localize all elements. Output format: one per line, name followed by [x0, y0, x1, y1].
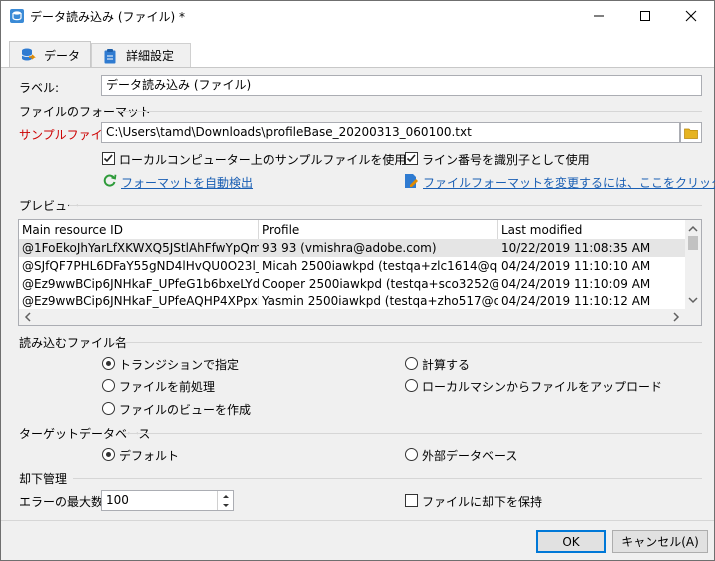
radio-preprocess-label: ファイルを前処理 — [119, 380, 216, 394]
label-input[interactable]: データ読み込み (ファイル) — [101, 75, 702, 96]
browse-file-button[interactable] — [680, 122, 702, 143]
dialog-window: データ読み込み (ファイル) * データ 詳細設定 ラベル: データ読み込み (… — [0, 0, 715, 561]
rejects-section-title: 却下管理 — [19, 472, 68, 486]
radio-upload-local-label: ローカルマシンからファイルをアップロード — [422, 380, 663, 394]
table-row[interactable]: @Ez9wwBCip6JNHkaF_UPfeG1b6bxeLYdlw3Jhw C… — [19, 275, 685, 293]
tab-advanced-label: 詳細設定 — [126, 49, 175, 63]
decrement-button[interactable] — [217, 501, 233, 510]
radio-external-db[interactable] — [405, 448, 418, 461]
ok-button[interactable]: OK — [536, 530, 606, 553]
table-cell: 10/22/2019 11:08:35 AM — [501, 241, 651, 255]
refresh-icon — [103, 174, 117, 187]
radio-selected-dot — [106, 361, 111, 366]
checkmark-icon — [103, 154, 113, 163]
minimize-button[interactable] — [576, 1, 622, 31]
table-cell: 93 93 (vmishra@adobe.com) — [262, 241, 437, 255]
table-cell: Yasmin 2500iawkpd (testqa+zho517@qam... — [262, 294, 498, 308]
tab-border — [1, 67, 714, 68]
table-cell: Cooper 2500iawkpd (testqa+sco3252@qam... — [262, 277, 498, 291]
table-cell: 04/24/2019 11:10:12 AM — [501, 294, 651, 308]
column-header-profile[interactable]: Profile — [259, 220, 498, 241]
maximize-button[interactable] — [622, 1, 668, 31]
table-cell: Micah 2500iawkpd (testqa+zlc1614@qama... — [262, 259, 498, 273]
change-format-link[interactable]: ファイルフォーマットを変更するには、ここをクリック... — [423, 174, 715, 191]
max-errors-label: エラーの最大数: — [19, 495, 108, 509]
use-local-sample-label: ローカルコンピューター上のサンプルファイルを使用 — [119, 153, 407, 167]
radio-calculate[interactable] — [405, 357, 418, 370]
radio-external-db-label: 外部データベース — [422, 449, 518, 463]
column-header-last-modified[interactable]: Last modified — [498, 220, 685, 241]
radio-calculate-label: 計算する — [422, 358, 471, 372]
scroll-down-icon — [688, 297, 698, 304]
horizontal-scrollbar[interactable] — [19, 309, 685, 325]
radio-preprocess[interactable] — [102, 379, 115, 392]
preview-separator — [69, 205, 702, 206]
radio-selected-dot — [106, 452, 111, 457]
table-cell: @Ez9wwBCip6JNHkaF_UPfeG1b6bxeLYdlw3Jhw — [22, 277, 259, 291]
use-line-number-label: ライン番号を識別子として使用 — [422, 153, 590, 167]
load-filename-separator — [114, 342, 702, 343]
scroll-up-icon — [688, 225, 698, 232]
sample-file-input[interactable]: C:\Users\tamd\Downloads\profileBase_2020… — [101, 122, 680, 143]
table-row[interactable]: @SJfQF7PHL6DFaY55gND4lHvQU0O23l_j1O6KsL … — [19, 257, 685, 275]
vertical-scrollbar[interactable] — [685, 220, 701, 309]
close-button[interactable] — [668, 1, 714, 31]
radio-transition[interactable] — [102, 357, 115, 370]
max-errors-stepper[interactable]: 100 — [101, 490, 234, 511]
file-format-separator — [119, 111, 702, 112]
radio-default-db[interactable] — [102, 448, 115, 461]
checkmark-icon — [406, 154, 416, 163]
radio-default-db-label: デフォルト — [119, 449, 180, 463]
title-bar: データ読み込み (ファイル) * — [1, 1, 714, 31]
chevron-down-icon — [222, 503, 229, 507]
scroll-thumb[interactable] — [688, 236, 698, 250]
radio-transition-label: トランジションで指定 — [119, 358, 240, 372]
radio-create-view[interactable] — [102, 402, 115, 415]
maximize-icon — [640, 11, 650, 21]
table-cell: @1FoEkoJhYarLfXKWXQ5JStlAhFfwYpQmnjnRAK8 — [22, 241, 259, 255]
target-db-separator — [124, 433, 702, 434]
clipboard-icon — [104, 48, 116, 63]
tab-advanced-settings[interactable]: 詳細設定 — [91, 43, 191, 67]
keep-rejects-checkbox[interactable] — [405, 494, 418, 507]
chevron-up-icon — [222, 495, 229, 498]
database-import-icon — [10, 9, 24, 23]
close-icon — [685, 10, 697, 22]
tab-data[interactable]: データ — [9, 41, 91, 68]
max-errors-value: 100 — [106, 493, 129, 507]
scroll-left-icon — [24, 312, 31, 322]
table-cell: @SJfQF7PHL6DFaY55gND4lHvQU0O23l_j1O6KsL — [22, 259, 259, 273]
radio-create-view-label: ファイルのビューを作成 — [119, 403, 252, 417]
table-row[interactable]: @1FoEkoJhYarLfXKWXQ5JStlAhFfwYpQmnjnRAK8… — [19, 239, 685, 257]
use-local-sample-checkbox[interactable] — [102, 152, 115, 165]
table-cell: @Ez9wwBCip6JNHkaF_UPfeAQHP4XPpxB... — [22, 294, 259, 308]
cancel-button[interactable]: キャンセル(A) — [612, 530, 708, 553]
label-field-label: ラベル: — [19, 81, 60, 95]
folder-icon — [684, 128, 698, 139]
increment-button[interactable] — [217, 491, 233, 501]
scroll-right-icon — [673, 312, 680, 322]
scroll-corner — [685, 309, 701, 325]
footer-separator — [1, 520, 714, 521]
rejects-separator — [73, 478, 702, 479]
use-line-number-checkbox[interactable] — [405, 152, 418, 165]
table-row[interactable]: @Ez9wwBCip6JNHkaF_UPfeAQHP4XPpxB... Yasm… — [19, 292, 685, 309]
minimize-icon — [594, 15, 604, 17]
document-edit-icon — [405, 174, 418, 188]
load-filename-section-title: 読み込むファイル名 — [19, 336, 128, 350]
window-title: データ読み込み (ファイル) * — [30, 10, 185, 24]
database-icon — [21, 48, 36, 61]
radio-upload-local[interactable] — [405, 379, 418, 392]
preview-table[interactable]: Main resource ID Profile Last modified @… — [18, 219, 702, 326]
column-header-main-resource-id[interactable]: Main resource ID — [19, 220, 259, 241]
tab-data-label: データ — [44, 48, 81, 63]
table-cell: 04/24/2019 11:10:10 AM — [501, 259, 651, 273]
keep-rejects-label: ファイルに却下を保持 — [422, 495, 543, 509]
auto-detect-format-link[interactable]: フォーマットを自動検出 — [121, 174, 253, 191]
table-cell: 04/24/2019 11:10:09 AM — [501, 277, 651, 291]
